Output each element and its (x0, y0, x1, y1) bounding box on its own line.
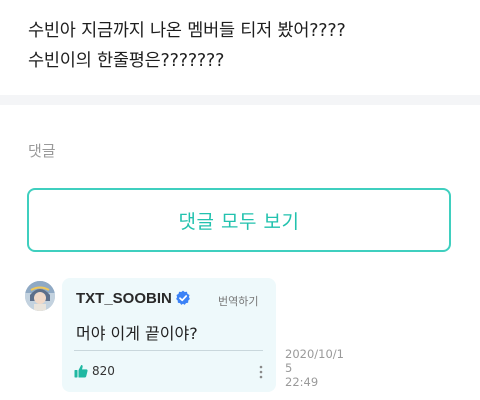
section-divider (0, 95, 480, 105)
comment-card: TXT_SOOBIN 번역하기 머야 이게 끝이야? 820 (62, 278, 276, 392)
avatar-image (25, 281, 55, 311)
more-options-icon[interactable] (258, 364, 264, 380)
view-all-comments-button[interactable]: 댓글 모두 보기 (27, 188, 451, 252)
timestamp-line: 5 (285, 361, 293, 375)
timestamp-line: 2020/10/1 (285, 347, 344, 361)
verified-check-icon (176, 290, 190, 305)
comment-author[interactable]: TXT_SOOBIN (76, 290, 172, 307)
post-detail-page: 수빈아 지금까지 나온 멤버들 티저 봤어???? 수빈이의 한줄평은?????… (0, 0, 480, 400)
comment-divider (74, 350, 263, 351)
thumbs-up-icon[interactable] (74, 364, 88, 378)
avatar[interactable] (25, 281, 55, 311)
post-line: 수빈이의 한줄평은??????? (28, 51, 225, 71)
translate-link[interactable]: 번역하기 (218, 293, 258, 309)
comment-text: 머야 이게 끝이야? (76, 324, 198, 343)
comment-timestamp: 2020/10/1 5 22:49 (285, 347, 351, 389)
post-line: 수빈아 지금까지 나온 멤버들 티저 봤어???? (28, 21, 346, 41)
comments-section-label: 댓글 (28, 142, 56, 160)
like-count: 820 (92, 364, 115, 378)
view-all-comments-label: 댓글 모두 보기 (178, 210, 300, 233)
timestamp-line: 22:49 (285, 375, 319, 389)
post-content: 수빈아 지금까지 나온 멤버들 티저 봤어???? 수빈이의 한줄평은?????… (28, 16, 468, 76)
